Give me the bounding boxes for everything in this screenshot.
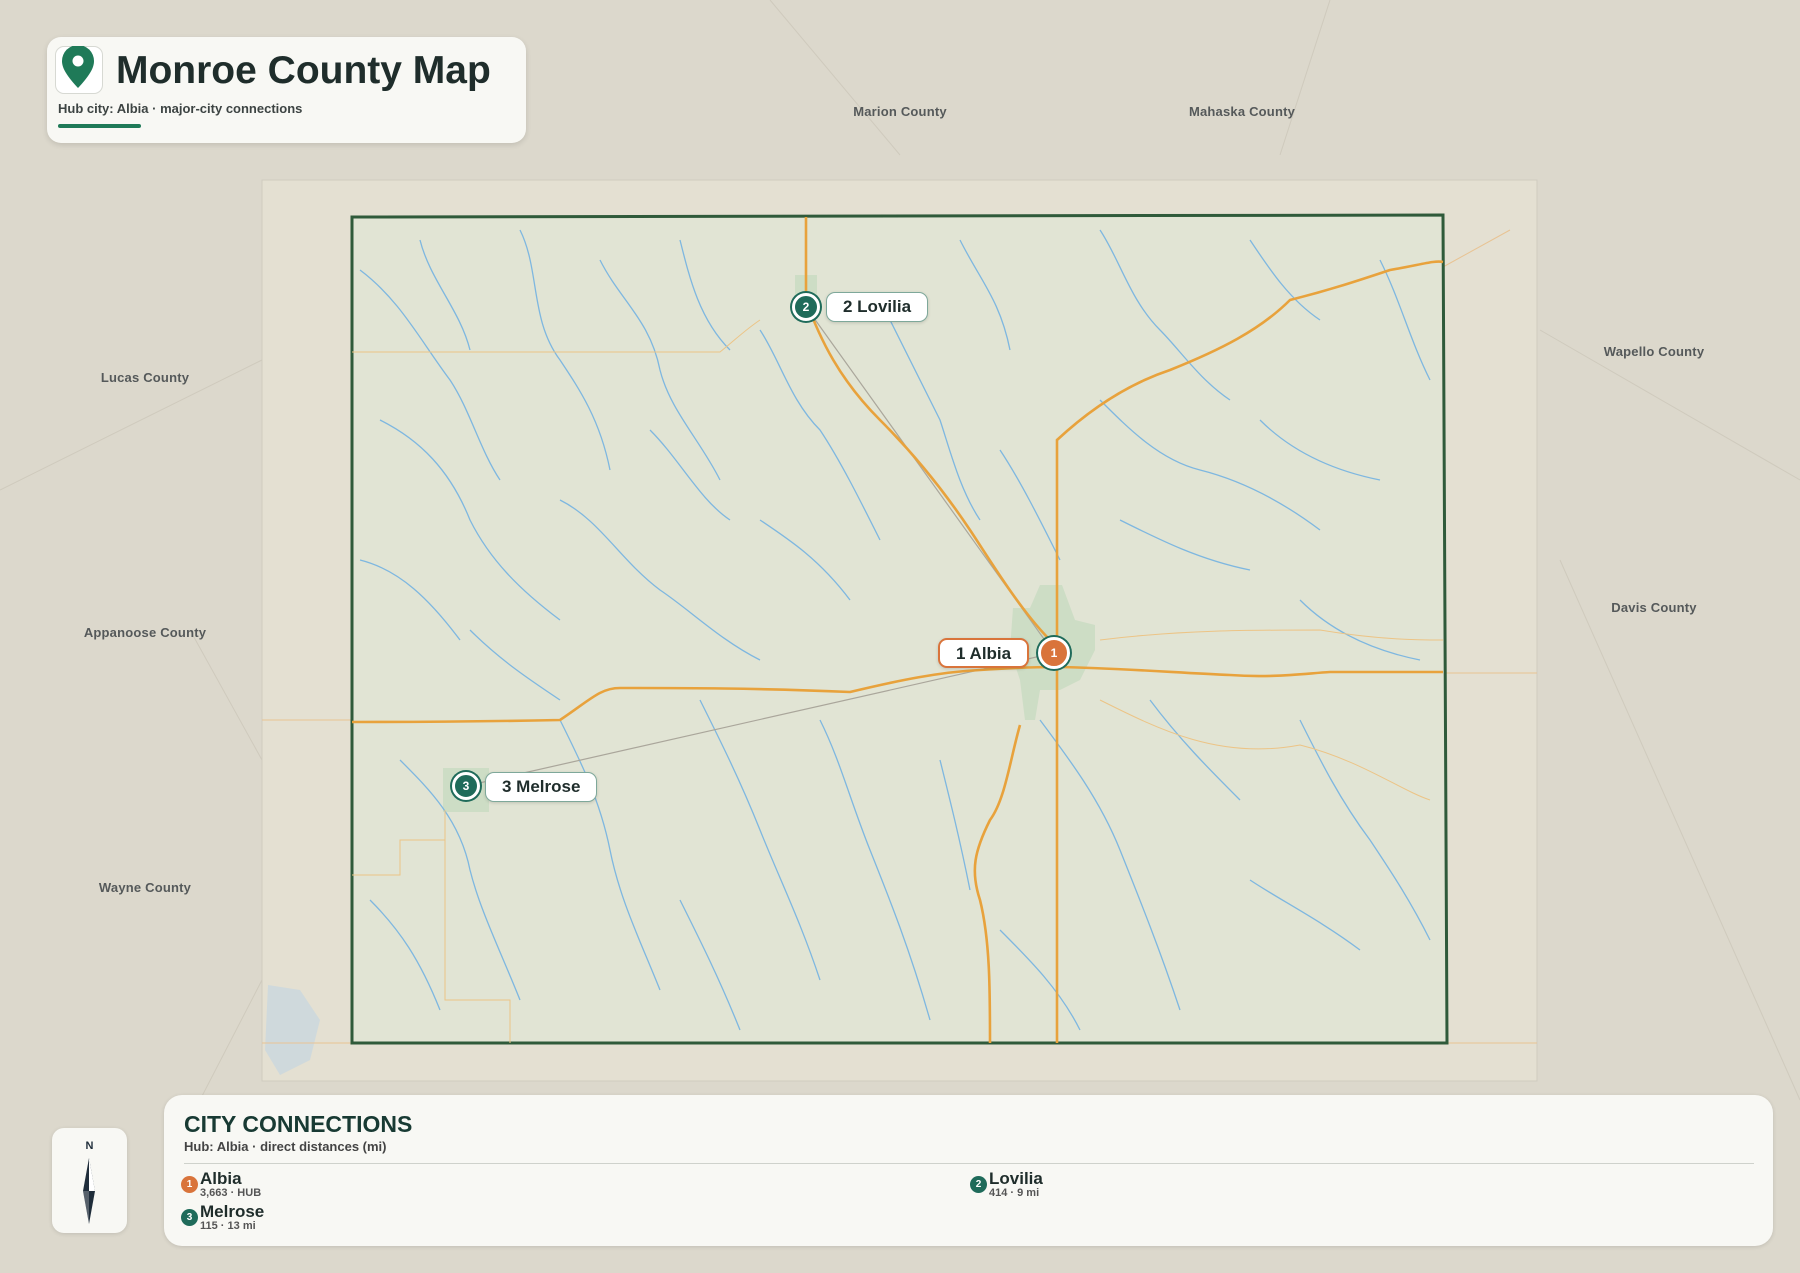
page-title: Monroe County Map	[116, 49, 491, 92]
map-pin-icon	[62, 46, 94, 88]
basemap	[0, 0, 1800, 1273]
city-detail: 414 · 9 mi	[989, 1187, 1040, 1199]
city-name: Melrose	[200, 1202, 265, 1221]
city-marker-albia-hub[interactable]: 1	[1038, 637, 1070, 669]
neighbor-county-label: Mahaska County	[1188, 104, 1296, 119]
rank-badge: 3	[181, 1209, 198, 1226]
compass-north-label: N	[85, 1140, 94, 1152]
title-accent-line	[58, 124, 141, 128]
compass-arrow-icon	[83, 1158, 95, 1224]
neighbor-county-label: Wapello County	[1603, 344, 1705, 359]
city-marker-melrose[interactable]: 3	[452, 772, 480, 800]
city-name: Albia	[200, 1169, 242, 1188]
city-detail: 115 · 13 mi	[200, 1220, 256, 1232]
panel-title: CITY CONNECTIONS	[184, 1111, 413, 1137]
panel-subtitle: Hub: Albia · direct distances (mi)	[184, 1139, 387, 1154]
panel-divider	[184, 1163, 1754, 1164]
city-connections-panel: CITY CONNECTIONS Hub: Albia · direct dis…	[164, 1095, 1773, 1246]
neighbor-county-label: Appanoose County	[83, 625, 207, 640]
neighbor-county-label: Wayne County	[98, 880, 192, 895]
city-label-albia[interactable]: 1 Albia	[938, 638, 1030, 668]
rank-badge: 1	[181, 1176, 198, 1193]
neighbor-county-label: Davis County	[1611, 600, 1697, 615]
page-subtitle: Hub city: Albia · major-city connections	[58, 101, 303, 116]
rank-badge: 2	[970, 1176, 987, 1193]
city-detail: 3,663 · HUB	[200, 1187, 262, 1199]
compass: N	[52, 1128, 127, 1233]
city-name: Lovilia	[989, 1169, 1043, 1188]
title-card: Monroe County Map Hub city: Albia · majo…	[47, 37, 526, 143]
city-marker-lovilia[interactable]: 2	[792, 293, 820, 321]
neighbor-county-label: Lucas County	[100, 370, 190, 385]
neighbor-county-label: Marion County	[853, 104, 947, 119]
city-label-melrose[interactable]: 3 Melrose	[485, 772, 598, 802]
city-label-lovilia[interactable]: 2 Lovilia	[826, 292, 929, 322]
